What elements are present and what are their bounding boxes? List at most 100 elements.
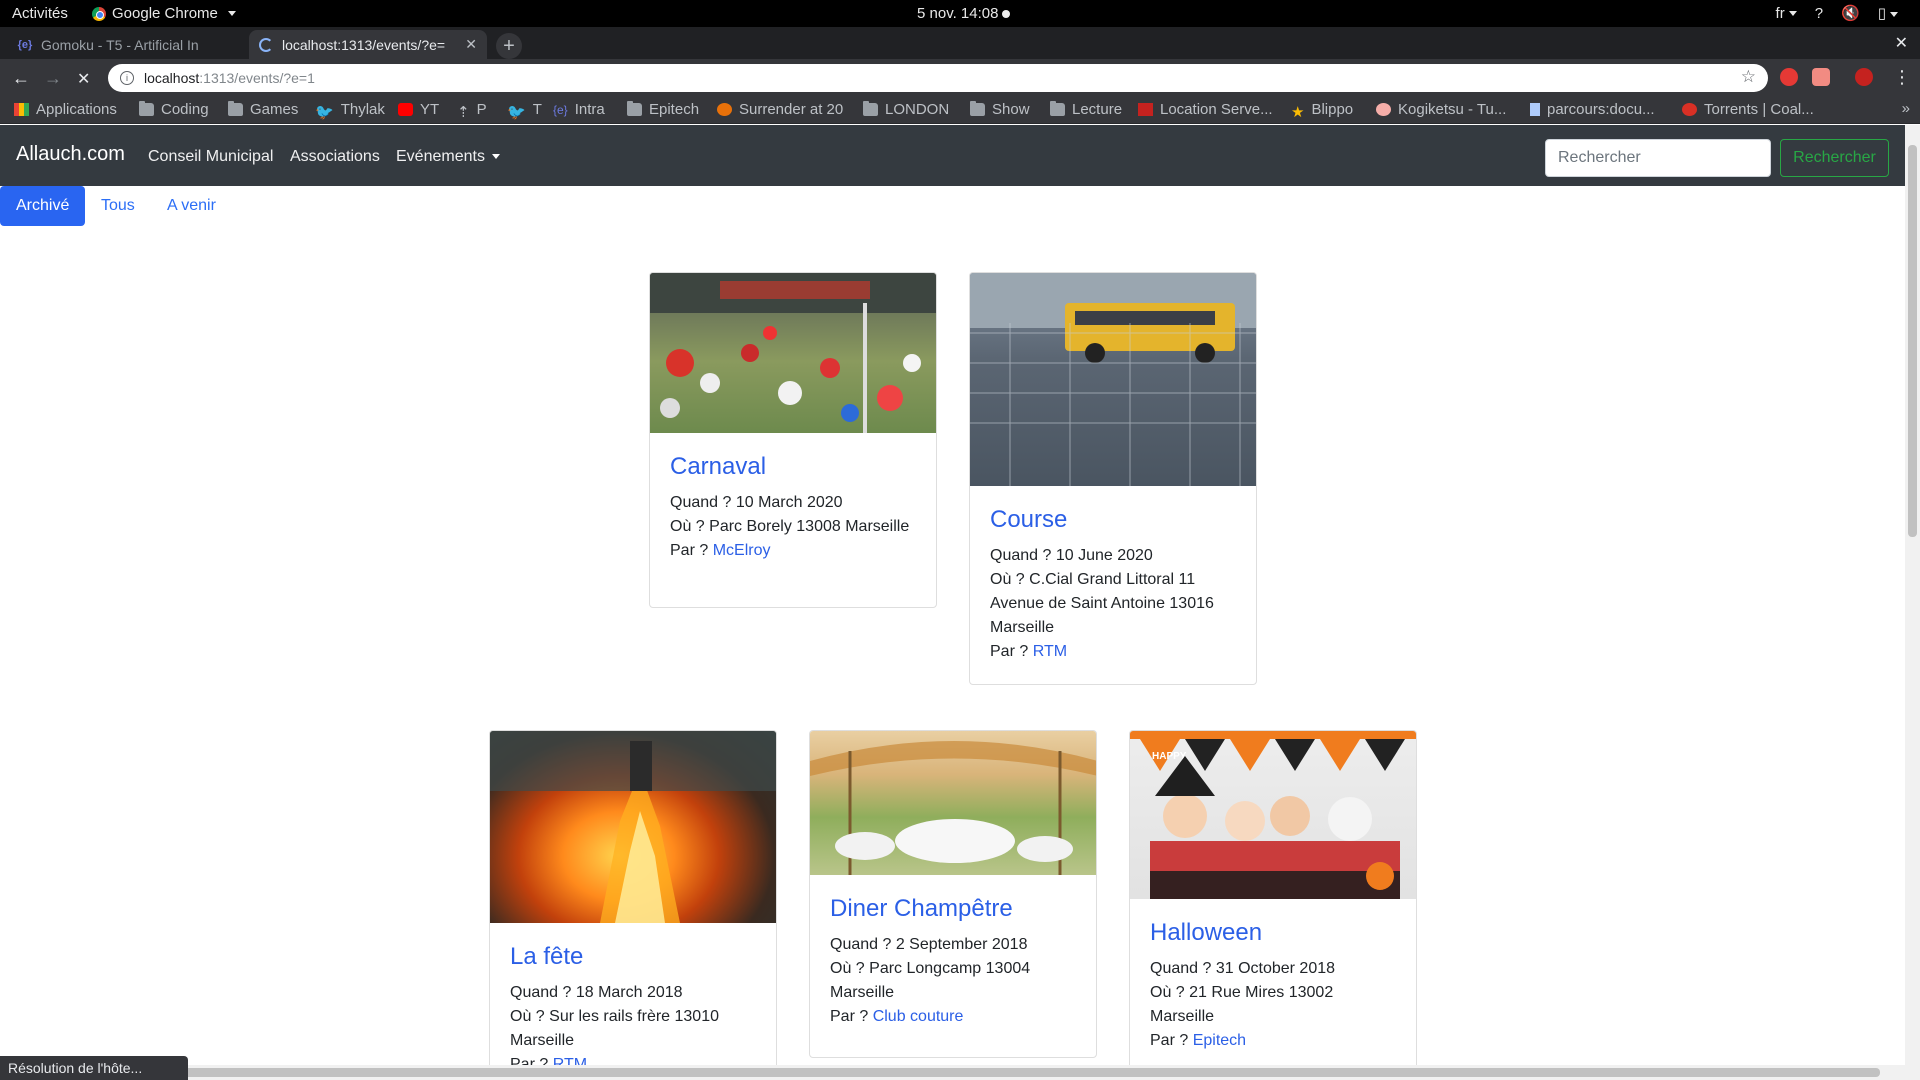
bus-behind-fence-illustration bbox=[970, 273, 1256, 486]
new-tab-button[interactable]: + bbox=[496, 33, 522, 59]
event-date: Quand ? 10 June 2020 bbox=[990, 544, 1236, 568]
stop-loading-icon[interactable]: ✕ bbox=[77, 69, 90, 89]
info-icon[interactable]: i bbox=[120, 71, 134, 85]
bookmark-coding[interactable]: Coding bbox=[139, 101, 209, 118]
organizer-link[interactable]: Epitech bbox=[1193, 1032, 1246, 1049]
event-title[interactable]: Halloween bbox=[1150, 919, 1396, 947]
event-title[interactable]: Diner Champêtre bbox=[830, 895, 1076, 923]
keyboard-layout[interactable]: fr bbox=[1776, 5, 1797, 22]
bookmark-location-server[interactable]: Location Serve... bbox=[1138, 101, 1273, 118]
where-label: Où ? bbox=[1150, 984, 1190, 1001]
bookmark-label: Coding bbox=[161, 101, 209, 118]
bookmarks-overflow-icon[interactable]: » bbox=[1902, 100, 1910, 117]
event-image-diner[interactable] bbox=[810, 731, 1096, 875]
location-value: 21 Rue Mires 13002 bbox=[1189, 984, 1334, 1001]
clock[interactable]: 5 nov. 14:08 bbox=[917, 5, 1011, 22]
bookmark-games[interactable]: Games bbox=[228, 101, 298, 118]
window-close-icon[interactable]: ✕ bbox=[1895, 33, 1908, 53]
forward-arrow-icon[interactable]: → bbox=[44, 68, 62, 89]
chrome-icon bbox=[92, 6, 106, 21]
date-value: 18 March 2018 bbox=[575, 984, 683, 1001]
bookmark-parcours[interactable]: parcours:docu... bbox=[1530, 101, 1655, 118]
horizontal-scrollbar-thumb[interactable] bbox=[20, 1068, 1880, 1077]
organizer-link[interactable]: RTM bbox=[1033, 643, 1067, 660]
bookmark-label: Torrents | Coal... bbox=[1704, 101, 1814, 118]
date-value: 2 September 2018 bbox=[895, 936, 1028, 953]
when-label: Quand ? bbox=[990, 547, 1056, 564]
filter-all[interactable]: Tous bbox=[85, 186, 151, 226]
filter-archive[interactable]: Archivé bbox=[0, 186, 85, 226]
event-image-halloween[interactable]: HAPPY bbox=[1130, 731, 1416, 899]
activities-button[interactable]: Activités bbox=[12, 5, 68, 22]
url-host: localhost bbox=[144, 70, 200, 86]
organizer-link[interactable]: Club couture bbox=[873, 1008, 964, 1025]
vertical-scrollbar-thumb[interactable] bbox=[1908, 145, 1917, 537]
extension-flag-icon[interactable] bbox=[1812, 68, 1830, 86]
extension-red-icon[interactable] bbox=[1780, 68, 1798, 86]
bookmark-epitech[interactable]: Epitech bbox=[627, 101, 699, 118]
tab-strip: {e} Gomoku - T5 - Artificial In localhos… bbox=[0, 27, 1920, 59]
event-title[interactable]: Course bbox=[990, 506, 1236, 534]
bookmark-london[interactable]: LONDON bbox=[863, 101, 949, 118]
bookmark-yt[interactable]: YT bbox=[398, 101, 439, 118]
where-label: Où ? bbox=[670, 518, 710, 535]
system-tray[interactable]: fr ? 🔇 ▯ bbox=[1776, 4, 1898, 22]
menu-kebab-icon[interactable]: ⋮ bbox=[1893, 67, 1911, 88]
bookmark-star-icon[interactable]: ☆ bbox=[1741, 67, 1756, 87]
location-value: Sur les rails frère 13010 bbox=[549, 1008, 719, 1025]
bookmark-label: LONDON bbox=[885, 101, 950, 118]
profile-avatar[interactable] bbox=[1855, 68, 1873, 86]
bookmark-label: Games bbox=[250, 101, 299, 118]
event-location: Où ? 21 Rue Mires 13002 bbox=[1150, 981, 1396, 1005]
bookmark-label: Blippo bbox=[1311, 101, 1354, 118]
bookmark-intra[interactable]: {e} Intra bbox=[553, 101, 605, 118]
bookmark-t[interactable]: 🐦 T bbox=[507, 101, 542, 121]
event-organizer: Par ? Club couture bbox=[830, 1005, 1076, 1029]
help-icon[interactable]: ? bbox=[1815, 5, 1823, 22]
back-arrow-icon[interactable]: ← bbox=[12, 68, 30, 89]
search-button[interactable]: Rechercher bbox=[1780, 139, 1889, 177]
url-path: :1313/events/?e=1 bbox=[199, 70, 315, 86]
bookmark-show[interactable]: Show bbox=[970, 101, 1030, 118]
event-date: Quand ? 10 March 2020 bbox=[670, 491, 916, 515]
os-top-bar: Activités Google Chrome 5 nov. 14:08 fr … bbox=[0, 0, 1920, 27]
date-value: 10 June 2020 bbox=[1055, 547, 1153, 564]
organizer-link[interactable]: McElroy bbox=[713, 542, 771, 559]
nav-evenements-dropdown[interactable]: Evénements bbox=[396, 148, 500, 166]
filter-upcoming[interactable]: A venir bbox=[151, 186, 232, 226]
date-value: 31 October 2018 bbox=[1215, 960, 1336, 977]
bookmark-surrender[interactable]: Surrender at 20 bbox=[717, 101, 843, 118]
bookmark-p[interactable]: ⇡ P bbox=[457, 101, 487, 121]
event-title[interactable]: Carnaval bbox=[670, 453, 916, 481]
battery-icon[interactable]: ▯ bbox=[1878, 4, 1898, 22]
caret-down-icon bbox=[491, 154, 500, 160]
tab-localhost[interactable]: localhost:1313/events/?e= ✕ bbox=[249, 30, 487, 59]
nav-conseil-municipal[interactable]: Conseil Municipal bbox=[148, 148, 273, 166]
bookmark-applications[interactable]: Applications bbox=[14, 101, 117, 118]
app-menu[interactable]: Google Chrome bbox=[92, 5, 236, 22]
search-input[interactable] bbox=[1545, 139, 1771, 177]
event-image-carnaval[interactable] bbox=[650, 273, 936, 433]
nav-associations[interactable]: Associations bbox=[290, 148, 380, 166]
bookmark-kogiketsu[interactable]: Kogiketsu - Tu... bbox=[1376, 101, 1506, 118]
organizer-link[interactable]: RTM bbox=[553, 1056, 587, 1065]
event-image-course[interactable] bbox=[970, 273, 1256, 486]
when-label: Quand ? bbox=[1150, 960, 1216, 977]
bookmark-lecture[interactable]: Lecture bbox=[1050, 101, 1122, 118]
site-brand[interactable]: Allauch.com bbox=[16, 143, 125, 166]
card-spacer bbox=[670, 563, 916, 587]
location-value: Parc Longcamp 13004 bbox=[869, 960, 1031, 977]
epitech-icon: {e} bbox=[553, 103, 568, 117]
event-date: Quand ? 2 September 2018 bbox=[830, 933, 1076, 957]
volume-muted-icon[interactable]: 🔇 bbox=[1841, 4, 1860, 22]
tab-gomoku[interactable]: {e} Gomoku - T5 - Artificial In bbox=[8, 30, 248, 59]
close-tab-icon[interactable]: ✕ bbox=[465, 36, 477, 53]
address-bar[interactable]: i localhost:1313/events/?e=1 ☆ bbox=[108, 64, 1768, 92]
event-title[interactable]: La fête bbox=[510, 943, 756, 971]
loading-spinner-icon bbox=[259, 37, 273, 52]
epitech-icon: {e} bbox=[17, 38, 33, 51]
bookmark-torrents[interactable]: Torrents | Coal... bbox=[1682, 101, 1814, 118]
bookmark-blippo[interactable]: ★ Blippo bbox=[1291, 101, 1354, 121]
event-image-la-fete[interactable] bbox=[490, 731, 776, 923]
bookmark-thylak[interactable]: 🐦 Thylak bbox=[315, 101, 385, 121]
